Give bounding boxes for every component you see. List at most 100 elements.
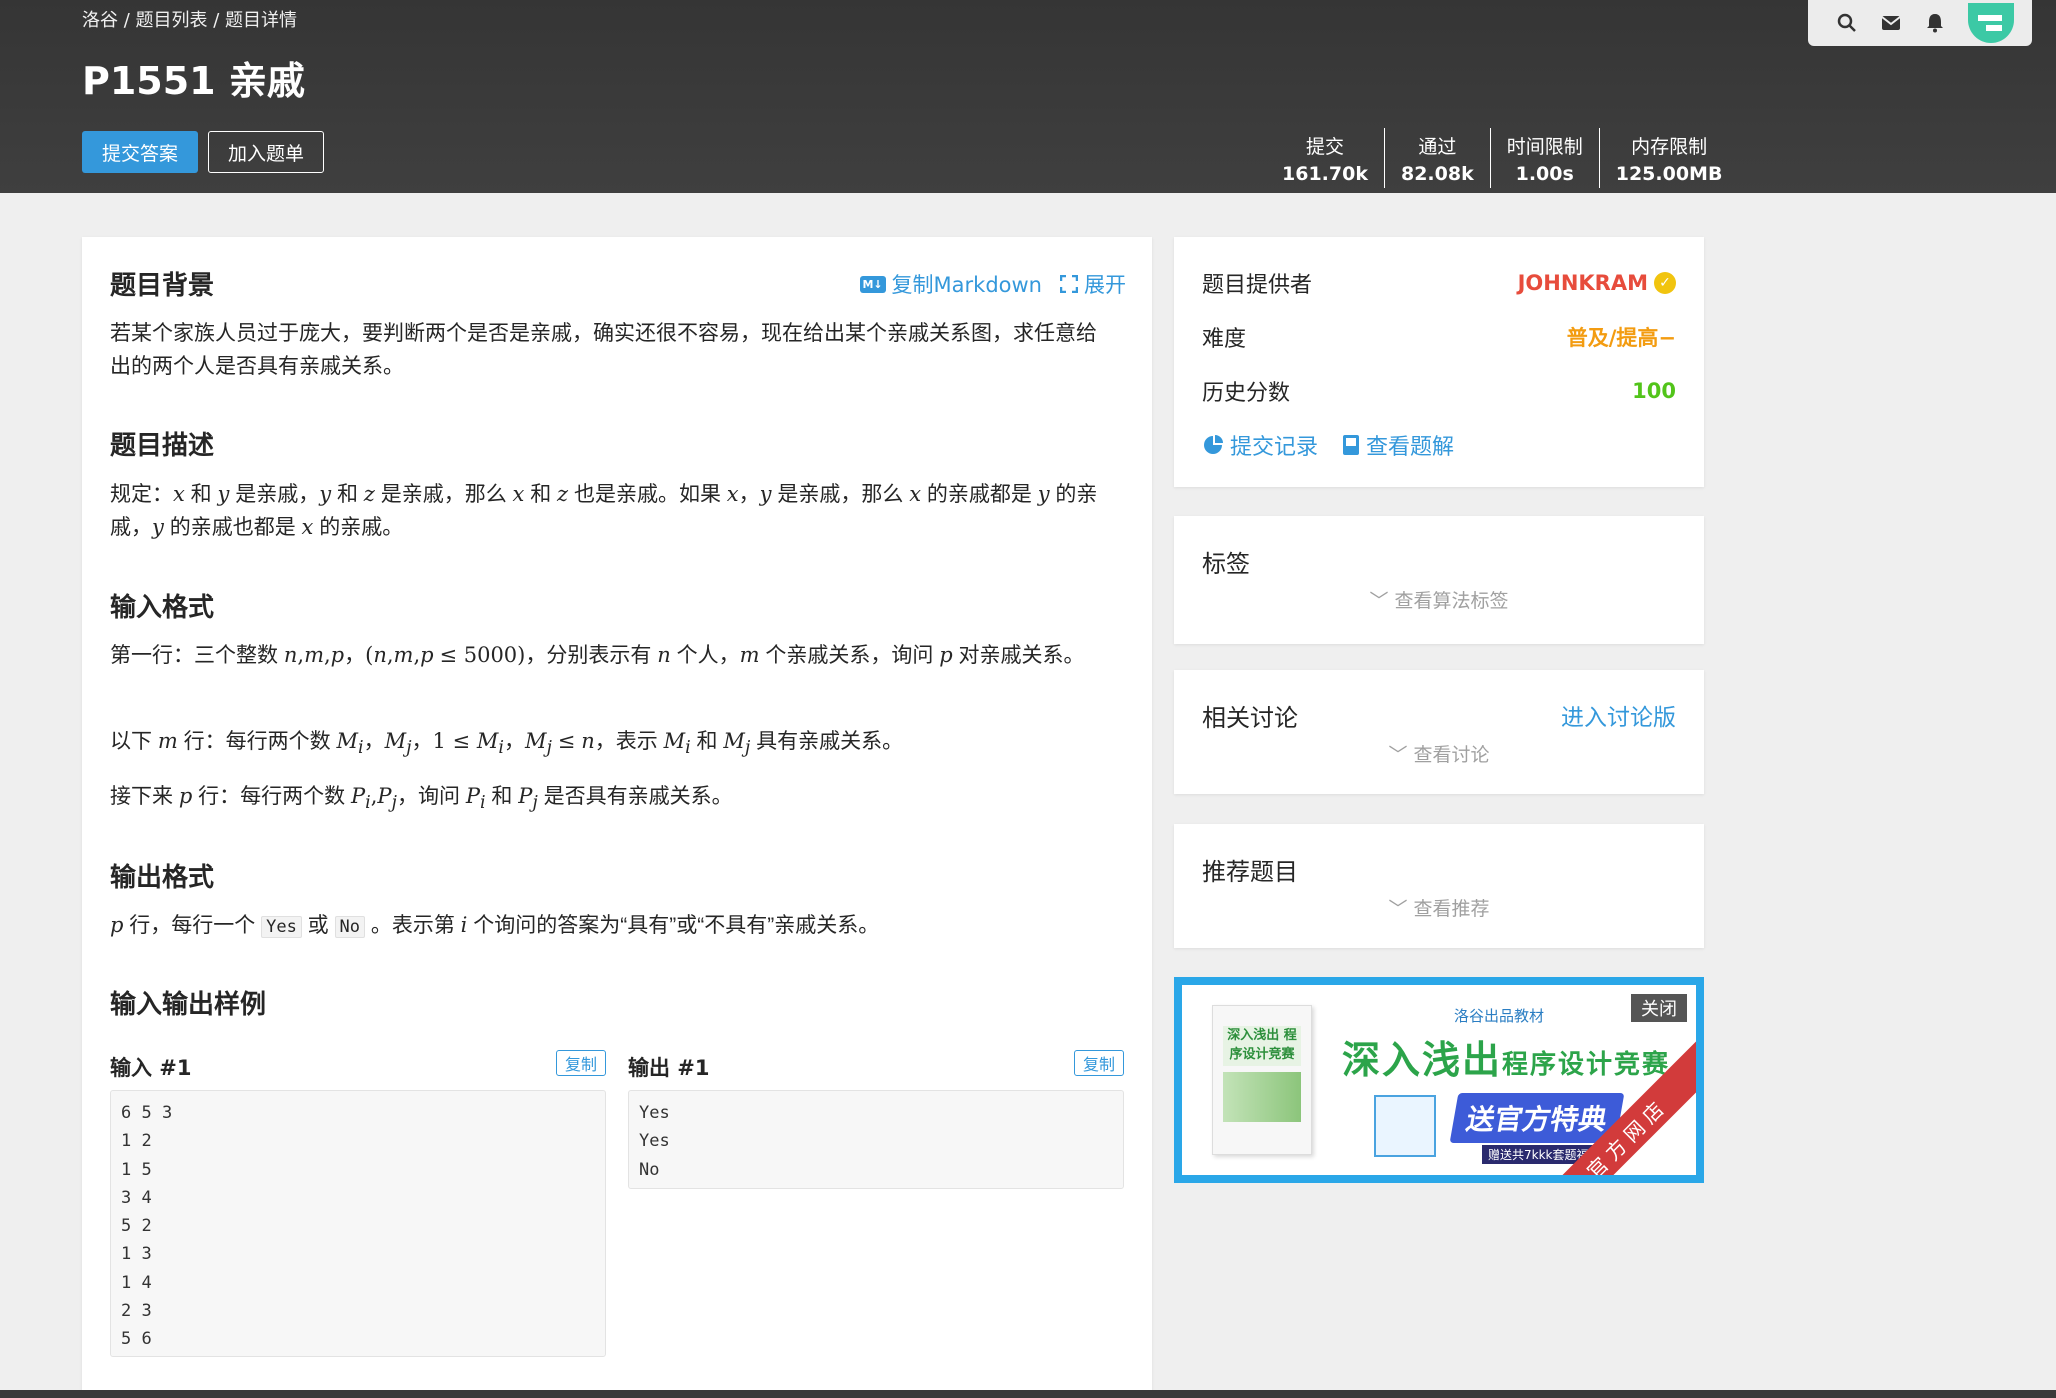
show-recommend-label: 查看推荐: [1413, 898, 1490, 920]
expand-label: 展开: [1084, 273, 1126, 297]
problem-stats: 提交 161.70k 通过 82.08k 时间限制 1.00s 内存限制 125…: [1266, 128, 1738, 188]
stat-label: 时间限制: [1506, 135, 1583, 158]
breadcrumb: 洛谷 / 题目列表 / 题目详情: [82, 10, 298, 31]
avatar[interactable]: [1968, 3, 2014, 43]
close-ad-button[interactable]: 关闭: [1630, 993, 1688, 1023]
sample-output-box[interactable]: Yes Yes No: [628, 1090, 1124, 1189]
score-label: 历史分数: [1202, 381, 1291, 406]
ad-promo-banner: 送官方特典: [1449, 1093, 1625, 1143]
ad-thumbnail-image: [1374, 1095, 1436, 1157]
output-format-text: p 行，每行一个 Yes 或 No 。表示第 i 个询问的答案为“具有”或“不具…: [110, 913, 880, 938]
sample-input-label: 输入 #1: [110, 1056, 192, 1080]
input-format-line-2: 以下 m 行：每行两个数 Mi，Mj，1 ≤ Mi，Mj ≤ n，表示 Mi 和…: [110, 729, 904, 759]
submission-records-link[interactable]: 提交记录: [1202, 429, 1318, 461]
copy-input-button[interactable]: 复制: [556, 1050, 606, 1076]
stat-value: 161.70k: [1282, 162, 1368, 185]
mail-icon[interactable]: [1880, 12, 1902, 34]
chevron-down-icon: ﹀: [1369, 590, 1389, 612]
code-yes: Yes: [261, 916, 302, 938]
description-text: 规定：x 和 y 是亲戚，y 和 z 是亲戚，那么 x 和 z 也是亲戚。如果 …: [110, 482, 1098, 539]
sample-output-label: 输出 #1: [628, 1056, 710, 1080]
show-tags-toggle[interactable]: ﹀ 查看算法标签: [1174, 586, 1704, 613]
difficulty-row: 难度 普及/提高−: [1202, 321, 1676, 353]
background-heading: 题目背景: [110, 271, 215, 301]
copy-output-button[interactable]: 复制: [1074, 1050, 1124, 1076]
expand-link[interactable]: 展开: [1060, 269, 1126, 299]
input-format-line-3: 接下来 p 行：每行两个数 Pi,Pj，询问 Pi 和 Pj 是否具有亲戚关系。: [110, 784, 733, 814]
sample-input-box[interactable]: 6 5 3 1 2 1 5 3 4 5 2 1 3 1 4 2 3 5 6: [110, 1090, 606, 1357]
add-to-list-button[interactable]: 加入题单: [208, 131, 324, 173]
problem-header: 洛谷 / 题目列表 / 题目详情 P1551 亲戚 提交答案 加入题单 提交 1…: [0, 0, 2056, 193]
samples-heading: 输入输出样例: [110, 990, 267, 1020]
stat-label: 提交: [1305, 135, 1344, 158]
provider-label: 题目提供者: [1202, 273, 1313, 298]
stat-memory-limit: 内存限制 125.00MB: [1598, 128, 1739, 188]
provider-row: 题目提供者 JOHNKRAM ✓: [1202, 267, 1676, 299]
book-cover-art: [1223, 1072, 1301, 1122]
stat-label: 内存限制: [1631, 135, 1708, 158]
user-topbar: [1808, 0, 2032, 46]
problem-info-card: 题目提供者 JOHNKRAM ✓ 难度 普及/提高− 历史分数 100 提交记录…: [1174, 237, 1704, 487]
ad-headline-big: 深入浅出: [1342, 1038, 1503, 1082]
stat-value: 125.00MB: [1615, 162, 1723, 185]
stat-value: 1.00s: [1515, 162, 1574, 185]
bell-icon[interactable]: [1924, 12, 1946, 34]
tags-card: 标签 ﹀ 查看算法标签: [1174, 516, 1704, 644]
breadcrumb-problem-list[interactable]: 题目列表: [136, 10, 208, 31]
verified-badge-icon: ✓: [1654, 272, 1676, 294]
ad-headline: 深入浅出程序设计竞赛: [1342, 1029, 1670, 1084]
submit-answer-button[interactable]: 提交答案: [82, 131, 198, 173]
stat-label: 通过: [1418, 135, 1457, 158]
search-icon[interactable]: [1836, 12, 1858, 34]
score-row: 历史分数 100: [1202, 375, 1676, 407]
difficulty-value[interactable]: 普及/提高−: [1567, 322, 1676, 352]
recommend-card: 推荐题目 ﹀ 查看推荐: [1174, 824, 1704, 948]
bottom-bar: [0, 1390, 2056, 1398]
code-no: No: [334, 916, 365, 938]
background-text: 若某个家族人员过于庞大，要判断两个是否是亲戚，确实还很不容易，现在给出某个亲戚关…: [110, 322, 1097, 378]
view-solutions-link[interactable]: 查看题解: [1342, 429, 1454, 461]
problem-content-card: M↓ 复制Markdown 展开 题目背景 若某个家族人员过于庞大，要判断两个是…: [82, 237, 1152, 1398]
breadcrumb-home[interactable]: 洛谷: [82, 10, 118, 31]
textbook-ad-banner[interactable]: 深入浅出 程序设计竞赛 洛谷出品教材 深入浅出程序设计竞赛 送官方特典 赠送共7…: [1174, 977, 1704, 1183]
stat-accepted: 通过 82.08k: [1383, 128, 1490, 188]
provider-name: JOHNKRAM: [1517, 271, 1648, 295]
show-recommend-toggle[interactable]: ﹀ 查看推荐: [1174, 894, 1704, 921]
discussion-title: 相关讨论: [1202, 704, 1298, 732]
output-format-heading: 输出格式: [110, 863, 215, 893]
chevron-down-icon: ﹀: [1388, 744, 1408, 766]
view-solutions-label: 查看题解: [1366, 435, 1455, 460]
show-tags-label: 查看算法标签: [1394, 590, 1509, 612]
difficulty-label: 难度: [1202, 327, 1247, 352]
book-icon: [1343, 435, 1360, 455]
provider-link[interactable]: JOHNKRAM ✓: [1518, 271, 1676, 295]
info-links: 提交记录 查看题解: [1202, 429, 1454, 461]
description-heading: 题目描述: [110, 431, 215, 461]
chevron-down-icon: ﹀: [1388, 898, 1408, 920]
markdown-icon: M↓: [859, 275, 886, 293]
input-format-heading: 输入格式: [110, 593, 215, 623]
input-format-line-1: 第一行：三个整数 n,m,p，(n,m,p ≤ 5000)，分别表示有 n 个人…: [110, 643, 1085, 667]
submission-records-label: 提交记录: [1230, 435, 1319, 460]
copy-markdown-label: 复制Markdown: [891, 273, 1042, 297]
show-discussion-toggle[interactable]: ﹀ 查看讨论: [1174, 740, 1704, 767]
enter-forum-link[interactable]: 进入讨论版: [1561, 698, 1676, 732]
discussion-card: 相关讨论 进入讨论版 ﹀ 查看讨论: [1174, 670, 1704, 794]
book-cover-image: 深入浅出 程序设计竞赛: [1212, 1005, 1312, 1155]
score-value: 100: [1632, 379, 1676, 403]
markdown-actions: M↓ 复制Markdown 展开: [859, 269, 1126, 299]
stat-submissions: 提交 161.70k: [1266, 128, 1384, 188]
pie-chart-icon: [1204, 435, 1223, 454]
book-title: 深入浅出 程序设计竞赛: [1223, 1026, 1301, 1066]
expand-icon: [1060, 275, 1078, 293]
ad-brand: 洛谷出品教材: [1454, 1007, 1545, 1025]
page-title: P1551 亲戚: [82, 59, 305, 103]
tags-title: 标签: [1202, 550, 1250, 578]
ad-headline-small: 程序设计竞赛: [1502, 1050, 1671, 1080]
recommend-title: 推荐题目: [1202, 858, 1298, 886]
stat-time-limit: 时间限制 1.00s: [1489, 128, 1599, 188]
copy-markdown-link[interactable]: M↓ 复制Markdown: [859, 269, 1042, 299]
breadcrumb-current: 题目详情: [225, 10, 298, 31]
stat-value: 82.08k: [1400, 162, 1474, 185]
show-discussion-label: 查看讨论: [1413, 744, 1490, 766]
